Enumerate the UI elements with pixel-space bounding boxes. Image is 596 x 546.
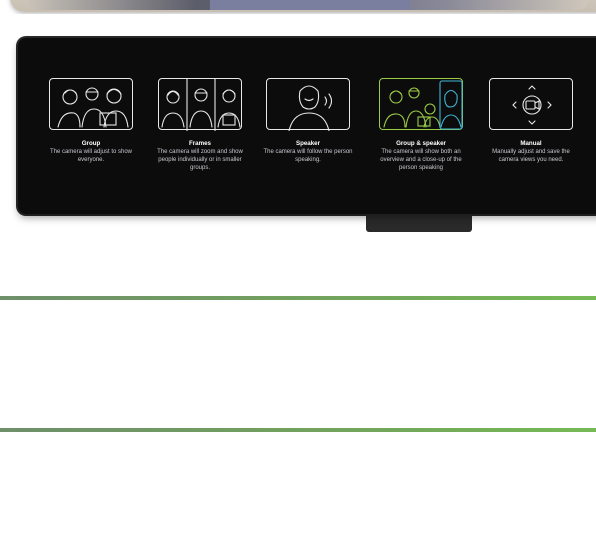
mode-speaker[interactable]: Speaker The camera will follow the perso… xyxy=(255,78,361,164)
mode-title: Frames xyxy=(188,140,211,147)
group-icon xyxy=(49,78,133,130)
camera-mode-panel: Group The camera will adjust to show eve… xyxy=(18,38,596,232)
mode-title: Speaker xyxy=(295,140,321,147)
frames-icon xyxy=(158,78,242,131)
mode-title: Manual xyxy=(520,140,542,147)
section-divider xyxy=(0,296,596,300)
section-divider xyxy=(0,428,596,432)
speaker-icon xyxy=(266,78,350,131)
group-and-speaker-icon xyxy=(379,78,463,130)
mode-frames[interactable]: Frames The camera will zoom and show peo… xyxy=(147,78,253,172)
mode-description: The camera will follow the person speaki… xyxy=(263,149,353,163)
mode-group-and-speaker[interactable]: Group & speaker The camera will show bot… xyxy=(366,72,474,232)
mode-manual[interactable]: Manual Manually adjust and save the came… xyxy=(478,78,584,164)
mode-title: Group & speaker xyxy=(396,140,446,147)
cropped-camera-photo xyxy=(0,0,596,14)
mode-description: The camera will adjust to show everyone. xyxy=(49,149,133,163)
mode-description: Manually adjust and save the camera view… xyxy=(492,149,570,163)
mode-description: The camera will show both an overview an… xyxy=(380,149,462,171)
photo-detail xyxy=(210,0,410,10)
manual-icon xyxy=(489,78,573,130)
mode-title: Group xyxy=(81,140,101,147)
mode-group[interactable]: Group The camera will adjust to show eve… xyxy=(38,78,144,164)
mode-description: The camera will zoom and show people ind… xyxy=(157,149,243,171)
